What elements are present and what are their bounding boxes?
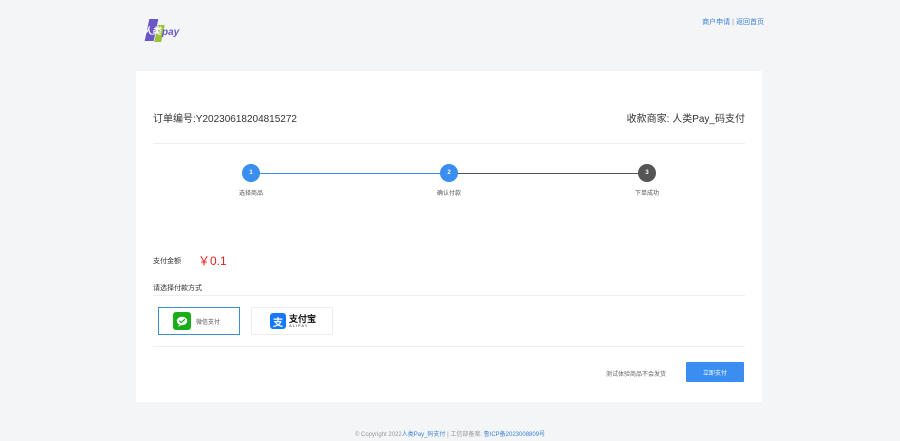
merchant-apply-link[interactable]: 商户申请 — [702, 19, 730, 26]
logo-text-cn: 人类 — [143, 26, 162, 36]
footer-separator: | — [447, 432, 449, 438]
wechat-pay-label: 微信支付 — [196, 319, 221, 326]
icp-label: 工信部备案: — [450, 432, 482, 438]
link-separator: | — [732, 19, 734, 26]
site-link[interactable]: 人类Pay_码支付 — [402, 432, 446, 438]
alipay-option[interactable]: 支 支付宝 ALIPAY — [251, 307, 333, 335]
copyright-text: © Copyright 2022 — [354, 432, 402, 438]
step-connector-2 — [449, 173, 647, 174]
divider — [153, 295, 745, 296]
checkout-card: 订单编号:Y20230618204815272 收款商家: 人类Pay_码支付 … — [136, 71, 762, 402]
test-notice: 测试体验商品不会发货 — [606, 372, 667, 378]
step-connector-1 — [251, 173, 449, 174]
pay-now-button[interactable]: 立即支付 — [686, 362, 744, 382]
wechat-pay-option[interactable]: 微信支付 — [158, 307, 240, 335]
footer: © Copyright 2022人类Pay_码支付 | 工信部备案: 鲁ICP备… — [0, 429, 900, 438]
top-links: 商户申请 | 返回首页 — [702, 17, 764, 27]
step-2-label: 确认付款 — [436, 191, 461, 197]
payment-method-label: 请选择付款方式 — [153, 285, 202, 292]
site-logo[interactable]: 人类 pay — [143, 16, 188, 46]
step-1-label: 选择商品 — [238, 191, 263, 197]
back-home-link[interactable]: 返回首页 — [736, 19, 764, 26]
merchant-name: 收款商家: 人类Pay_码支付 — [626, 114, 745, 125]
amount-label: 支付金额 — [153, 258, 181, 265]
order-number: 订单编号:Y20230618204815272 — [153, 114, 297, 125]
step-3-dot: 3 — [638, 164, 656, 182]
step-1-dot: 1 — [242, 164, 260, 182]
alipay-icon: 支 — [270, 313, 286, 329]
alipay-label: 支付宝 ALIPAY — [289, 314, 316, 328]
payment-amount: ￥0.1 — [198, 254, 227, 268]
step-3-label: 下单成功 — [634, 191, 659, 197]
icp-link[interactable]: 鲁ICP备2023008809号 — [484, 432, 545, 438]
wechat-icon — [173, 312, 191, 330]
alipay-label-en: ALIPAY — [289, 322, 309, 328]
logo-text-en: pay — [162, 27, 180, 38]
divider — [153, 346, 745, 347]
divider — [153, 143, 745, 144]
step-2-dot: 2 — [440, 164, 458, 182]
